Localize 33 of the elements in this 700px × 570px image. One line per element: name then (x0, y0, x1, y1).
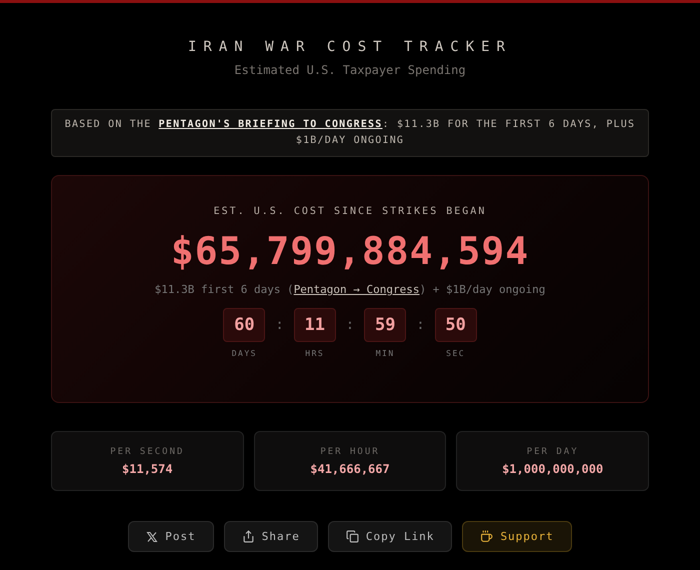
time-separator: : (346, 316, 354, 335)
rate-value: $11,574 (122, 462, 173, 476)
x-logo-icon (146, 530, 158, 542)
copy-icon (346, 530, 359, 543)
coffee-icon (480, 530, 494, 543)
time-value: 50 (434, 308, 477, 342)
time-value: 60 (223, 308, 266, 342)
time-value: 11 (294, 308, 336, 342)
rate-label: PER DAY (526, 446, 579, 456)
share-button[interactable]: Share (224, 521, 318, 552)
page-title: IRAN WAR COST TRACKER (188, 39, 512, 55)
cost-amount: $65,799,884,594 (170, 229, 530, 273)
post-button[interactable]: Post (128, 521, 214, 552)
time-unit-label: HRS (305, 349, 324, 358)
copy-button[interactable]: Copy Link (328, 521, 452, 552)
share-icon (242, 530, 255, 543)
support-button[interactable]: Support (462, 521, 572, 552)
rate-label: PER HOUR (320, 446, 380, 456)
page-subtitle: Estimated U.S. Taxpayer Spending (234, 63, 466, 77)
rate-value: $1,000,000,000 (502, 462, 604, 476)
source-text: BASED ON THE PENTAGON'S BRIEFING TO CONGRESS: $11.3B FOR THE FIRST 6 DAYS, PLUS $1B/DAY ONGOING (64, 118, 636, 148)
time-unit-label: MIN (376, 349, 395, 358)
source-link[interactable]: Pentagon → Congress (294, 283, 420, 296)
briefing-link[interactable]: PENTAGON'S BRIEFING TO CONGRESS (158, 119, 382, 130)
time-unit-label: SEC (446, 349, 466, 358)
cost-note: $11.3B first 6 days (Pentagon → Congress) + $1B/day ongoing (154, 283, 546, 296)
time-unit-label: DAYS (232, 349, 257, 358)
time-separator: : (275, 316, 284, 335)
counter-label: EST. U.S. COST SINCE STRIKES BEGAN (214, 206, 486, 217)
time-value: 59 (364, 308, 406, 342)
rate-label: PER SECOND (110, 446, 184, 456)
rate-value: $41,666,667 (310, 462, 390, 476)
time-separator: : (416, 316, 425, 335)
